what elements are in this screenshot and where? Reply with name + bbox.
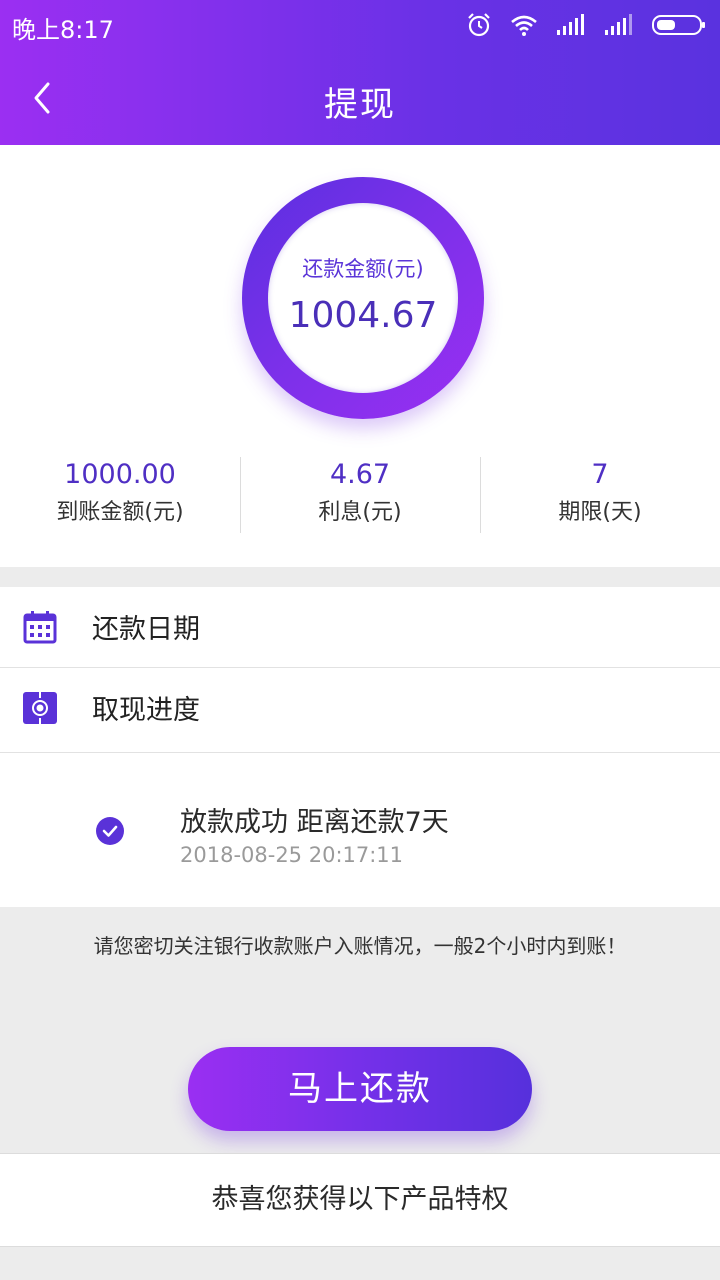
page-title: 提现: [324, 85, 396, 125]
privilege-banner: 恭喜您获得以下产品特权: [0, 1153, 720, 1247]
status-time: 晚上8:17: [12, 16, 114, 44]
timeline-timestamp: 2018-08-25 20:17:11: [180, 843, 404, 867]
stat-interest: 4.67 利息(元): [240, 457, 480, 533]
repay-amount-label: 还款金额(元): [302, 257, 424, 281]
stat-label: 到账金额(元): [56, 500, 184, 525]
alarm-icon: [468, 13, 490, 37]
repay-amount-value: 1004.67: [288, 295, 438, 336]
repay-now-button[interactable]: 马上还款: [188, 1047, 532, 1131]
status-bar: 晚上8:17: [0, 0, 720, 50]
repay-date-label: 还款日期: [92, 614, 200, 645]
progress-timeline: 放款成功 距离还款7天 2018-08-25 20:17:11: [0, 753, 720, 907]
stats-row: 1000.00 到账金额(元) 4.67 利息(元) 7 期限(天): [0, 457, 720, 533]
repayment-summary: 还款金额(元) 1004.67 1000.00 到账金额(元) 4.67 利息(…: [0, 145, 720, 567]
ring-inner: 还款金额(元) 1004.67: [268, 203, 458, 393]
stat-term: 7 期限(天): [480, 457, 720, 533]
wifi-icon: [511, 15, 537, 36]
stat-label: 期限(天): [558, 500, 642, 525]
progress-row[interactable]: 取现进度: [0, 668, 720, 752]
stat-value: 1000.00: [64, 459, 176, 490]
calendar-icon: [23, 611, 57, 644]
signal-icon-1: [557, 14, 584, 35]
timeline-status: 放款成功 距离还款7天: [180, 807, 449, 838]
notice-text: 请您密切关注银行收款账户入账情况，一般2个小时内到账！: [93, 934, 627, 958]
repay-amount-ring: 还款金额(元) 1004.67: [242, 177, 484, 419]
progress-icon: [23, 692, 57, 724]
header: 晚上8:17 提现: [0, 0, 720, 145]
signal-icon-2: [605, 14, 632, 35]
stat-label: 利息(元): [318, 500, 402, 525]
progress-label: 取现进度: [92, 695, 200, 726]
repay-date-row[interactable]: 还款日期: [0, 587, 720, 667]
stat-received: 1000.00 到账金额(元): [0, 457, 240, 533]
status-icons: [466, 10, 706, 40]
battery-icon: [652, 15, 705, 35]
stat-value: 4.67: [329, 459, 391, 490]
stat-value: 7: [591, 459, 609, 490]
check-circle-icon: [96, 817, 124, 845]
